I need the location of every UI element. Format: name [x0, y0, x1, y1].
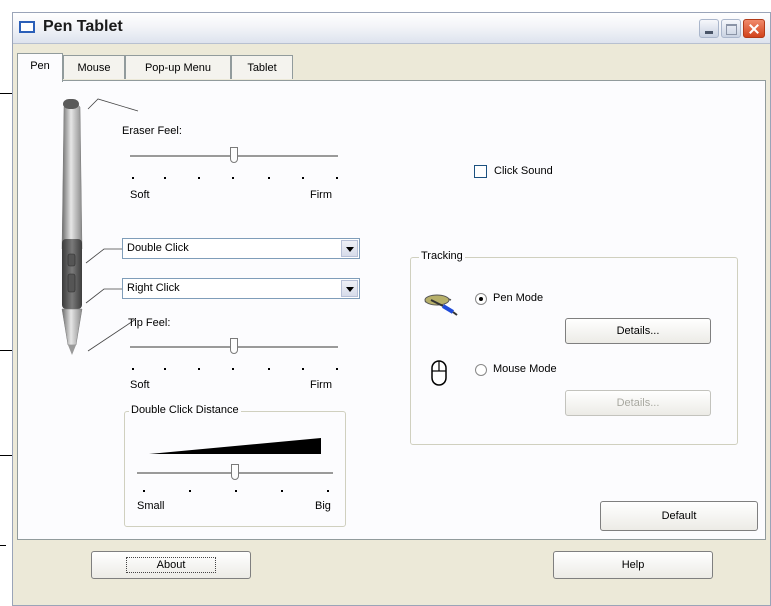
- eraser-feel-slider[interactable]: [130, 147, 338, 177]
- close-icon[interactable]: [743, 19, 765, 38]
- tracking-label: Tracking: [419, 250, 465, 262]
- tab-tablet[interactable]: Tablet: [231, 55, 293, 79]
- slider-thumb[interactable]: [230, 338, 238, 354]
- tip-feel-min-label: Soft: [130, 379, 150, 391]
- tip-feel-ticks: [130, 368, 340, 374]
- double-click-distance-min-label: Small: [137, 500, 165, 512]
- default-button[interactable]: Default: [600, 501, 758, 531]
- upper-side-button-select[interactable]: Double Click: [122, 238, 360, 259]
- double-click-distance-ticks: [137, 490, 333, 496]
- window-title: Pen Tablet: [43, 18, 123, 35]
- about-button-label: About: [125, 557, 217, 573]
- tab-pen[interactable]: Pen: [17, 53, 63, 82]
- slider-thumb[interactable]: [230, 147, 238, 163]
- tip-feel-max-label: Firm: [310, 379, 332, 391]
- eraser-feel-max-label: Firm: [310, 189, 332, 201]
- mouse-mode-details-button[interactable]: Details...: [565, 390, 711, 416]
- chevron-down-icon[interactable]: [341, 280, 358, 297]
- lower-side-button-select[interactable]: Right Click: [122, 278, 360, 299]
- mouse-icon: [431, 360, 447, 386]
- click-sound-label[interactable]: Click Sound: [494, 165, 553, 177]
- window-icon: [19, 21, 35, 33]
- eraser-feel-ticks: [130, 177, 340, 183]
- pen-tab-panel: Eraser Feel: Soft Firm Double Click Righ…: [17, 80, 766, 540]
- maximize-icon[interactable]: [721, 19, 741, 38]
- tip-feel-label: Tip Feel:: [128, 317, 171, 329]
- tab-mouse[interactable]: Mouse: [63, 55, 125, 79]
- pen-mode-radio[interactable]: [475, 293, 487, 305]
- lower-side-button-value: Right Click: [127, 282, 180, 294]
- slider-thumb[interactable]: [231, 464, 239, 480]
- click-sound-checkbox[interactable]: [474, 165, 487, 178]
- double-click-distance-group: Double Click Distance Small Big: [124, 404, 346, 527]
- pen-mode-label[interactable]: Pen Mode: [493, 292, 543, 304]
- title-bar[interactable]: Pen Tablet: [13, 13, 770, 44]
- double-click-distance-max-label: Big: [315, 500, 331, 512]
- eraser-feel-label: Eraser Feel:: [122, 125, 182, 137]
- mouse-mode-radio[interactable]: [475, 364, 487, 376]
- callout-line-about: [0, 545, 6, 546]
- pen-mode-details-button[interactable]: Details...: [565, 318, 711, 344]
- eraser-feel-min-label: Soft: [130, 189, 150, 201]
- chevron-down-icon[interactable]: [341, 240, 358, 257]
- help-button[interactable]: Help: [553, 551, 713, 579]
- tab-popup-menu[interactable]: Pop-up Menu: [125, 55, 231, 79]
- double-click-distance-label: Double Click Distance: [129, 404, 241, 416]
- tip-feel-slider[interactable]: [130, 338, 338, 368]
- minimize-icon[interactable]: [699, 19, 719, 38]
- upper-side-button-value: Double Click: [127, 242, 189, 254]
- mouse-mode-label[interactable]: Mouse Mode: [493, 363, 557, 375]
- pen-tablet-window: Pen Tablet Pen Mouse Pop-up Menu Tablet: [12, 12, 771, 606]
- tracking-group: Tracking Pen Mode Details... Mouse Mode …: [410, 250, 738, 445]
- about-button[interactable]: About: [91, 551, 251, 579]
- pen-stylus-icon: [424, 294, 458, 316]
- distance-wedge-graphic: [149, 438, 321, 454]
